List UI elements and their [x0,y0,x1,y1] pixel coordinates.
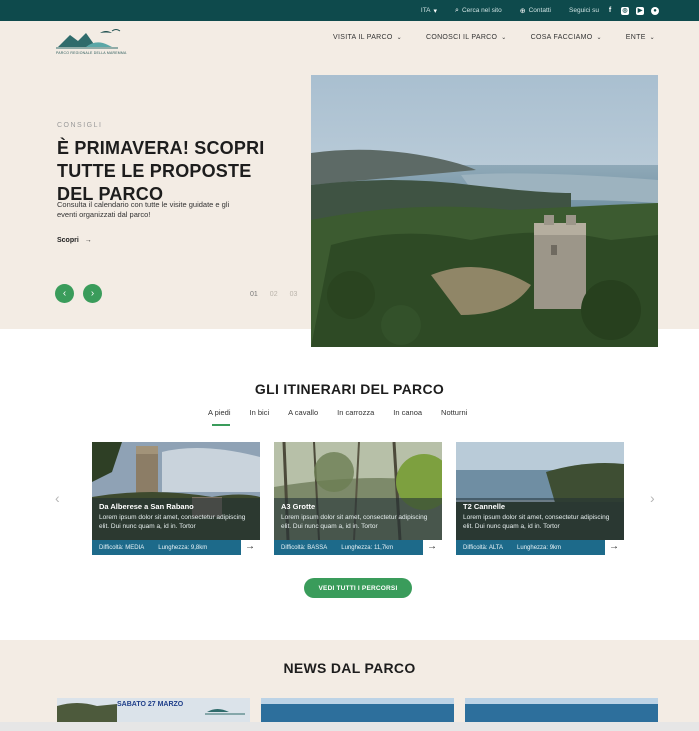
carousel-prev-button[interactable]: ‹ [55,284,74,303]
hero-description: Consulta il calendario con tutte le visi… [57,200,230,219]
tab-in-bici[interactable]: In bici [250,408,270,417]
itinerary-meta: Difficoltà: MEDIA Lunghezza: 9,8km [92,540,241,555]
chevron-down-icon: ⌄ [396,35,402,41]
park-logo[interactable]: PARCO REGIONALE DELLA MAREMMA [56,27,126,59]
itineraries-title: GLI ITINERARI DEL PARCO [254,381,445,397]
news-image [465,698,658,722]
tab-a-cavallo[interactable]: A cavallo [288,408,318,417]
hero-kicker: CONSIGLI [57,122,103,129]
nav-label: CONOSCI IL PARCO [425,34,498,41]
tab-a-piedi[interactable]: A piedi [208,408,231,426]
language-label: ITA [420,7,431,14]
itineraries-tabs: A piedi In bici A cavallo In carrozza In… [208,408,467,426]
see-all-routes-button[interactable]: VEDI TUTTI I PERCORSI [304,578,412,598]
facebook-icon[interactable]: f [606,7,614,15]
nav-label: VISITA IL PARCO [333,34,393,41]
chevron-down-icon: ⌄ [501,35,507,41]
itinerary-title: T2 Cannelle [463,502,506,511]
hero-title: È PRIMAVERA! SCOPRI TUTTE LE PROPOSTE DE… [57,138,265,204]
arrow-right-icon[interactable]: → [245,541,255,552]
itinerary-length: Lunghezza: 11,7km [341,544,394,551]
top-utility-bar: ITA ▾ ⌕ Cerca nel sito ⊕ Contatti Seguic… [0,0,699,21]
hero-image-coastal-tower [311,75,658,347]
tab-in-carrozza[interactable]: In carrozza [337,408,374,417]
news-card[interactable]: SABATO 27 MARZO [57,698,250,722]
news-card[interactable] [465,698,658,722]
news-image [261,698,454,722]
carousel-page-2[interactable]: 02 [270,291,278,298]
itinerary-difficulty: Difficoltà: MEDIA [99,544,145,551]
itinerary-card[interactable]: T2 Cannelle Lorem ipsum dolor sit amet, … [456,442,624,558]
nav-visita-il-parco[interactable]: VISITA IL PARCO ⌄ [333,34,402,41]
globe-icon: ⊕ [519,7,526,15]
chevron-down-icon: ⌄ [649,35,655,41]
carousel-page-1[interactable]: 01 [250,291,258,298]
tab-notturni[interactable]: Notturni [441,408,467,417]
tripadvisor-icon[interactable]: ● [651,6,659,15]
carousel-next-button[interactable]: › [83,284,102,303]
itinerary-card[interactable]: Da Alberese a San Rabano Lorem ipsum dol… [92,442,260,558]
itinerary-text: Lorem ipsum dolor sit amet, consectetur … [99,514,246,530]
itinerary-text: Lorem ipsum dolor sit amet, consectetur … [463,514,610,530]
logo-graphic [56,29,121,49]
itinerary-length: Lunghezza: 9,8km [158,544,208,551]
social-links: Seguici su f ◎ ▶ ● [569,6,659,15]
nav-ente[interactable]: ENTE ⌄ [626,34,655,41]
language-selector[interactable]: ITA ▾ [421,7,437,15]
search-link[interactable]: ⌕ Cerca nel sito [455,7,502,15]
itinerary-meta: Difficoltà: BASSA Lunghezza: 11,7km [274,540,423,555]
follow-label: Seguici su [569,7,599,14]
header-hero: PARCO REGIONALE DELLA MAREMMA VISITA IL … [0,21,699,347]
itinerary-length: Lunghezza: 9km [517,544,562,551]
carousel-pagination: 01 02 03 [250,291,297,298]
news-date: SABATO 27 MARZO [117,701,184,708]
hero-cta-label: Scopri [57,237,79,244]
youtube-icon[interactable]: ▶ [636,6,644,15]
carousel-page-3[interactable]: 03 [290,291,298,298]
itinerary-title: Da Alberese a San Rabano [99,502,194,511]
tab-in-canoa[interactable]: In canoa [393,408,422,417]
nav-label: COSA FACCIAMO [530,34,593,41]
news-card[interactable] [261,698,454,722]
instagram-icon[interactable]: ◎ [621,6,629,15]
chevron-down-icon: ▾ [433,7,438,15]
news-title: NEWS DAL PARCO [283,660,416,676]
chevron-down-icon: ⌄ [596,35,602,41]
logo-text: PARCO REGIONALE DELLA MAREMMA [56,51,127,55]
nav-label: ENTE [625,34,646,41]
itinerary-title: A3 Grotte [281,502,316,511]
page-bottom-edge [0,722,699,731]
contacts-link[interactable]: ⊕ Contatti [520,7,551,15]
contacts-label: Contatti [528,7,551,14]
hero-cta-link[interactable]: Scopri → [57,237,92,244]
itinerary-difficulty: Difficoltà: ALTA [463,544,504,551]
main-navigation: VISITA IL PARCO ⌄ CONOSCI IL PARCO ⌄ COS… [333,34,655,41]
cards-next-arrow[interactable]: › [650,490,655,506]
itinerary-text: Lorem ipsum dolor sit amet, consectetur … [281,514,428,530]
arrow-right-icon[interactable]: → [427,541,437,552]
itinerary-card[interactable]: A3 Grotte Lorem ipsum dolor sit amet, co… [274,442,442,558]
chevron-right-icon: › [90,288,95,299]
hero-carousel-controls: ‹ › [55,284,102,303]
cards-prev-arrow[interactable]: ‹ [55,490,60,506]
itinerary-difficulty: Difficoltà: BASSA [281,544,328,551]
itinerary-meta: Difficoltà: ALTA Lunghezza: 9km [456,540,605,555]
arrow-right-icon: → [84,237,92,244]
arrow-right-icon[interactable]: → [609,541,619,552]
chevron-left-icon: ‹ [62,288,67,299]
search-label: Cerca nel sito [461,7,502,14]
nav-conosci-il-parco[interactable]: CONOSCI IL PARCO ⌄ [426,34,507,41]
top-links: ITA ▾ ⌕ Cerca nel sito ⊕ Contatti Seguic… [421,0,659,21]
search-icon: ⌕ [455,6,459,14]
nav-cosa-facciamo[interactable]: COSA FACCIAMO ⌄ [531,34,602,41]
